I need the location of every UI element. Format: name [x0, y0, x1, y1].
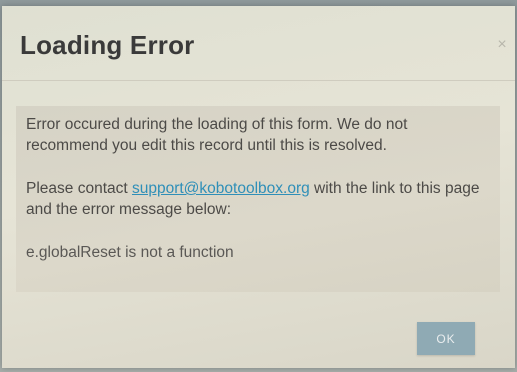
- dialog-footer: OK: [2, 306, 515, 368]
- support-email-link[interactable]: support@kobotoolbox.org: [132, 180, 310, 197]
- error-message: e.globalReset is not a function: [26, 244, 234, 261]
- contact-prefix: Please contact: [26, 180, 132, 197]
- dialog-title: Loading Error: [20, 30, 195, 60]
- contact-line2: and the error message below:: [26, 201, 232, 218]
- dialog-body: Error occured during the loading of this…: [16, 106, 500, 292]
- loading-error-dialog: Loading Error × Error occured during the…: [2, 6, 515, 368]
- ok-button[interactable]: OK: [417, 322, 475, 355]
- contact-suffix: with the link to this page: [309, 180, 480, 197]
- contact-instructions: Please contact support@kobotoolbox.org w…: [26, 178, 479, 220]
- error-description-line2: recommend you edit this record until thi…: [26, 137, 387, 154]
- error-description: Error occured during the loading of this…: [26, 114, 407, 156]
- screen: Loading Error × Error occured during the…: [0, 0, 517, 372]
- dialog-header: Loading Error ×: [2, 6, 515, 81]
- error-description-line1: Error occured during the loading of this…: [26, 116, 408, 133]
- close-icon[interactable]: ×: [495, 37, 509, 53]
